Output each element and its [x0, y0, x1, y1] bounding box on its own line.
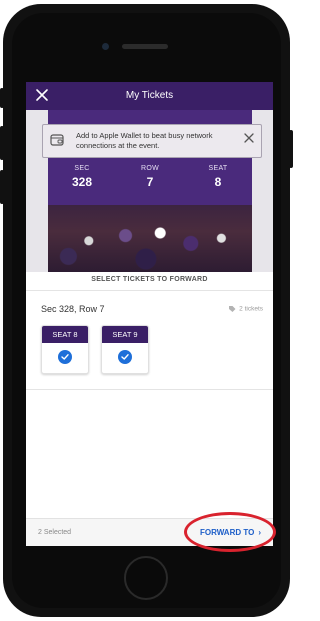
select-tickets-heading: SELECT TICKETS TO FORWARD	[91, 276, 208, 283]
check-icon	[118, 350, 132, 364]
home-button[interactable]	[124, 556, 168, 600]
seat-card-8[interactable]: SEAT 8	[41, 325, 89, 374]
top-bar: My Tickets	[26, 82, 273, 110]
front-camera	[102, 43, 109, 50]
check-icon	[58, 350, 72, 364]
row-label: ROW	[140, 165, 159, 172]
sec-label: SEC	[74, 165, 90, 172]
ticket-group-label: Sec 328, Row 7	[41, 304, 105, 314]
event-photo-players	[48, 220, 252, 272]
banner-text: Add to Apple Wallet to beat busy network…	[76, 131, 213, 150]
wallet-icon	[50, 134, 64, 146]
selected-count: 2 Selected	[38, 529, 72, 536]
ticket-count-text: 2 tickets	[239, 305, 263, 313]
page-title: My Tickets	[125, 90, 174, 101]
seat-info-sec: SEC 328	[48, 165, 116, 189]
volume-down-button	[0, 170, 4, 204]
seat-value: 8	[214, 175, 222, 189]
power-button	[289, 130, 293, 168]
seat-card-label: SEAT 9	[102, 326, 148, 343]
divider	[26, 389, 273, 390]
seat-card-9[interactable]: SEAT 9	[101, 325, 149, 374]
seat-card-label: SEAT 8	[42, 326, 88, 343]
volume-up-button	[0, 126, 4, 160]
tag-icon	[229, 306, 236, 312]
seat-info-seat: SEAT 8	[184, 165, 252, 189]
seat-info-row: ROW 7	[116, 165, 184, 189]
seat-info: SEC 328 ROW 7 SEAT 8	[48, 165, 252, 205]
divider	[26, 290, 273, 291]
banner-close-icon[interactable]	[243, 132, 255, 144]
app-screen: My Tickets SEC 328 ROW 7 SEAT 8 Add to A…	[26, 82, 273, 546]
earpiece	[122, 44, 168, 49]
ticket-count: 2 tickets	[228, 305, 263, 313]
highlight-circle	[184, 512, 276, 552]
row-value: 7	[146, 175, 154, 189]
apple-wallet-banner[interactable]: Add to Apple Wallet to beat busy network…	[42, 124, 262, 158]
seat-label: SEAT	[208, 165, 228, 172]
sec-value: 328	[71, 175, 93, 189]
silent-switch	[0, 88, 4, 108]
